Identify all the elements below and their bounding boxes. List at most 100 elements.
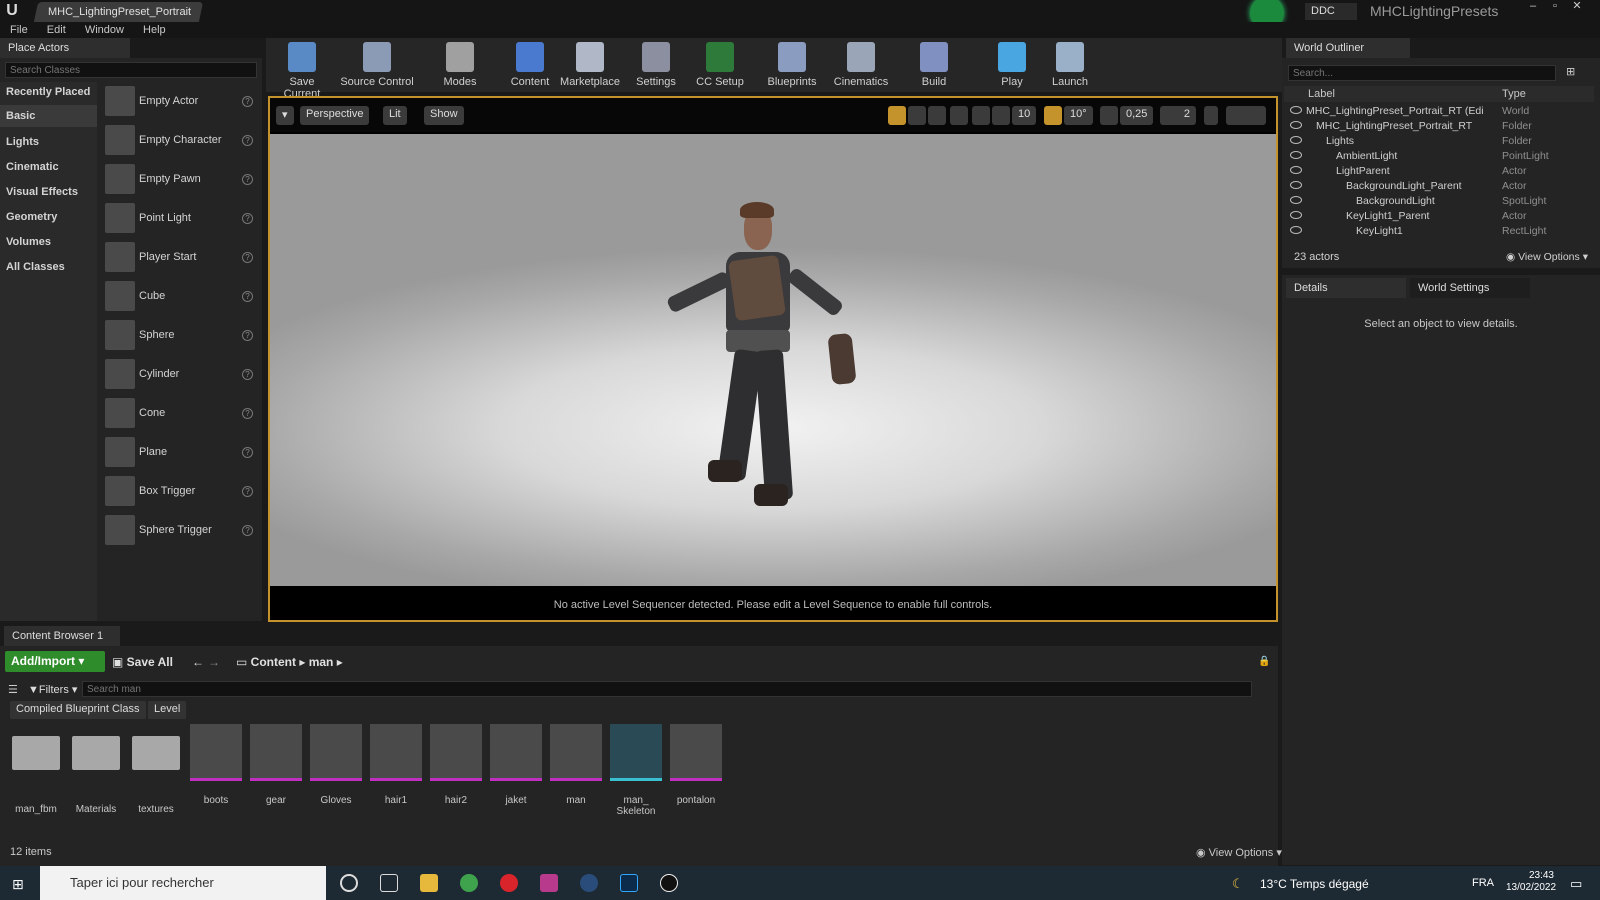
back-arrow-icon[interactable]: ← [192,655,204,669]
help-icon[interactable]: ? [242,486,253,497]
forward-arrow-icon[interactable]: → [208,655,220,669]
asset-item[interactable]: pontalon [670,724,722,816]
filters-button[interactable]: ▼Filters ▾ [28,683,77,696]
actor-item[interactable]: Sphere? [103,318,257,354]
surface-snap-icon[interactable] [972,106,990,125]
actor-item[interactable]: Cube? [103,279,257,315]
grid-snap-value[interactable]: 10 [1012,106,1037,125]
toolbar-source-control-button[interactable]: Source Control [340,40,414,90]
help-icon[interactable]: ? [242,408,253,419]
scale-snap-icon[interactable] [1100,106,1118,125]
outliner-add-icon[interactable]: ⊞ [1566,65,1582,81]
filter-chip-blueprint-class[interactable]: Compiled Blueprint Class [10,701,146,719]
unreal-taskbar-icon[interactable] [660,874,678,892]
steam-icon[interactable] [580,874,598,892]
breadcrumb-man[interactable]: man [309,655,334,669]
toolbar-cinematics-button[interactable]: Cinematics [828,40,894,90]
menu-edit[interactable]: Edit [47,22,66,38]
viewport-options-button[interactable]: ▾ [276,106,294,125]
chevron-right-icon[interactable]: ▸ [299,655,308,669]
toolbar-cc-setup-button[interactable]: CC Setup [692,40,748,90]
help-icon[interactable]: ? [242,330,253,341]
chrome-icon[interactable] [460,874,478,892]
outliner-row[interactable]: LightParent Actor [1284,164,1584,179]
actor-item[interactable]: Plane? [103,435,257,471]
sources-toggle-icon[interactable]: ☰ [8,683,18,696]
scale-tool-icon[interactable] [928,106,946,125]
toolbar-play-button[interactable]: Play [986,40,1038,90]
help-icon[interactable]: ? [242,525,253,536]
details-tab[interactable]: Details [1286,278,1406,298]
toolbar-save-current-button[interactable]: Save Current [272,40,332,100]
add-import-button[interactable]: Add/Import ▾ [5,651,105,672]
asset-item[interactable]: hair1 [370,724,422,816]
filter-chip-level[interactable]: Level [148,701,187,719]
asset-item[interactable]: jaket [490,724,542,816]
asset-item[interactable]: gear [250,724,302,816]
help-icon[interactable]: ? [242,447,253,458]
toolbar-marketplace-button[interactable]: Marketplace [558,40,622,90]
help-icon[interactable]: ? [242,135,253,146]
menu-help[interactable]: Help [143,22,166,38]
perspective-button[interactable]: Perspective [300,106,370,125]
maximize-viewport-icon[interactable] [1204,106,1218,125]
content-search-input[interactable] [82,681,1252,697]
help-icon[interactable]: ? [242,291,253,302]
actor-item[interactable]: Empty Character? [103,123,257,159]
world-local-icon[interactable] [950,106,968,125]
rotation-snap-value[interactable]: 10° [1064,106,1093,125]
toolbar-build-button[interactable]: Build [908,40,960,90]
outliner-col-label[interactable]: Label [1308,88,1335,100]
actor-item[interactable]: Player Start? [103,240,257,276]
actor-item[interactable]: Cylinder? [103,357,257,393]
category-recently-placed[interactable]: Recently Placed [6,86,90,98]
breadcrumb-content[interactable]: Content [251,655,296,669]
outliner-row[interactable]: Lights Folder [1284,134,1584,149]
windows-start-icon[interactable]: ⊞ [12,876,24,893]
show-button[interactable]: Show [424,106,464,125]
folder-item[interactable]: Materials [70,724,122,816]
content-view-options[interactable]: ◉ View Options ▾ [1196,846,1282,859]
photoshop-icon[interactable] [620,874,638,892]
menu-file[interactable]: File [10,22,28,38]
toolbar-settings-button[interactable]: Settings [628,40,684,90]
world-outliner-tab[interactable]: World Outliner [1286,38,1410,58]
lock-icon[interactable]: 🔒 [1258,656,1270,667]
viewport-scene[interactable] [270,134,1276,586]
character-model[interactable] [270,134,1276,586]
search-classes-input[interactable] [5,62,257,78]
outliner-row[interactable]: KeyLight1_Parent Actor [1284,209,1584,224]
maximize-icon[interactable]: ▫ [1544,0,1566,14]
visibility-eye-icon[interactable] [1290,121,1302,129]
opera-icon[interactable] [500,874,518,892]
system-clock[interactable]: 23:43 13/02/2022 [1506,870,1556,894]
rotation-snap-icon[interactable] [1044,106,1062,125]
cortana-icon[interactable] [340,874,358,892]
toolbar-modes-button[interactable]: Modes [432,40,488,90]
translate-tool-icon[interactable] [888,106,906,125]
outliner-row[interactable]: BackgroundLight_Parent Actor [1284,179,1584,194]
document-tab[interactable]: MHC_LightingPreset_Portrait [33,2,204,22]
actor-item[interactable]: Empty Actor? [103,84,257,120]
weather-widget[interactable]: 13°C Temps dégagé [1260,877,1369,891]
toolbar-launch-button[interactable]: Launch [1044,40,1096,90]
visibility-eye-icon[interactable] [1290,181,1302,189]
help-icon[interactable]: ? [242,174,253,185]
toolbar-content-button[interactable]: Content [504,40,556,90]
asset-item[interactable]: boots [190,724,242,816]
actor-item[interactable]: Point Light? [103,201,257,237]
actor-item[interactable]: Sphere Trigger? [103,513,257,549]
category-basic[interactable]: Basic [0,105,97,127]
category-volumes[interactable]: Volumes [6,236,51,248]
asset-item[interactable]: hair2 [430,724,482,816]
category-all-classes[interactable]: All Classes [6,261,65,273]
lit-button[interactable]: Lit [383,106,407,125]
category-geometry[interactable]: Geometry [6,211,57,223]
task-view-icon[interactable] [380,874,398,892]
asset-item[interactable]: man_ Skeleton [610,724,662,817]
actor-item[interactable]: Cone? [103,396,257,432]
visibility-eye-icon[interactable] [1290,211,1302,219]
visibility-eye-icon[interactable] [1290,151,1302,159]
world-settings-tab[interactable]: World Settings [1410,278,1530,298]
save-all-button[interactable]: ▣ Save All [112,655,173,669]
